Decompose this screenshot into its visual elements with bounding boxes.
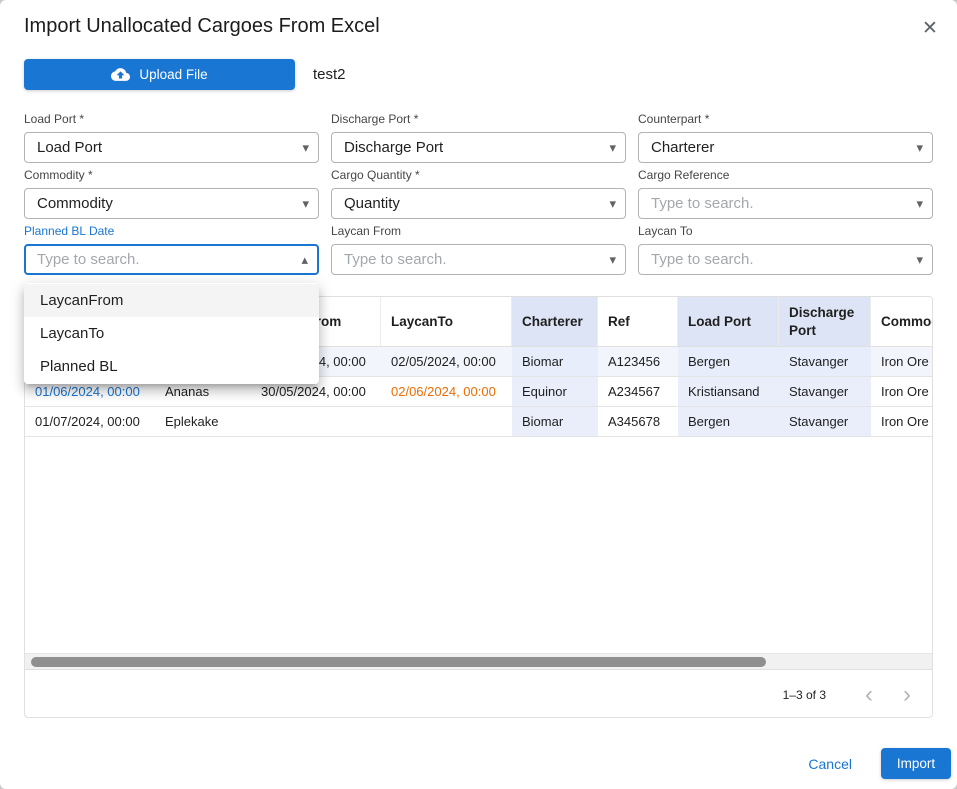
table-cell: A345678 — [598, 407, 678, 436]
field-cargo-reference: Cargo Reference Type to search. ▾ — [638, 168, 933, 219]
scrollbar-thumb[interactable] — [31, 657, 766, 667]
previous-page-button[interactable]: ‹ — [854, 680, 884, 710]
menu-option-laycanto[interactable]: LaycanTo — [24, 317, 319, 350]
table-cell: 01/07/2024, 00:00 — [25, 407, 155, 436]
table-cell: Biomar — [512, 347, 598, 376]
select-value: Commodity — [37, 195, 113, 212]
table-cell: Biomar — [512, 407, 598, 436]
chevron-down-icon: ▾ — [609, 252, 616, 268]
table-cell: Bergen — [678, 407, 779, 436]
field-label: Cargo Quantity * — [331, 168, 626, 184]
field-label: Cargo Reference — [638, 168, 933, 184]
select-value: Charterer — [651, 139, 714, 156]
table-cell: Iron Ore — [871, 407, 932, 436]
mapping-form: Load Port * Load Port ▾ Discharge Port *… — [24, 112, 933, 275]
column-header[interactable]: Discharge Port — [779, 297, 871, 346]
table-cell: 02/05/2024, 00:00 — [381, 347, 512, 376]
table-cell: A234567 — [598, 377, 678, 406]
table-cell: Stavanger — [779, 347, 871, 376]
table-cell: Equinor — [512, 377, 598, 406]
select-value: Load Port — [37, 139, 102, 156]
column-header[interactable]: Commodity — [871, 297, 932, 346]
next-page-button[interactable]: › — [892, 680, 922, 710]
field-label: Load Port * — [24, 112, 319, 128]
import-button[interactable]: Import — [881, 748, 951, 779]
chevron-up-icon: ▴ — [301, 252, 308, 268]
cloud-upload-icon — [111, 65, 130, 84]
chevron-down-icon: ▾ — [302, 196, 309, 212]
uploaded-file-name: test2 — [313, 59, 346, 90]
field-laycan-to: Laycan To Type to search. ▾ — [638, 224, 933, 275]
table-cell: 02/06/2024, 00:00 — [381, 377, 512, 406]
chevron-down-icon: ▾ — [302, 140, 309, 156]
table-cell: Eplekake — [155, 407, 251, 436]
field-planned-bl-date: Planned BL Date Type to search. ▴ — [24, 224, 319, 275]
select-placeholder: Type to search. — [651, 195, 754, 212]
dialog-actions: Cancel Import — [800, 748, 951, 779]
chevron-down-icon: ▾ — [916, 252, 923, 268]
chevron-down-icon: ▾ — [916, 196, 923, 212]
close-button[interactable]: ✕ — [915, 13, 945, 43]
table-row[interactable]: 01/07/2024, 00:00Eplekake BiomarA345678Be… — [25, 407, 932, 437]
field-label: Commodity * — [24, 168, 319, 184]
field-cargo-quantity: Cargo Quantity * Quantity ▾ — [331, 168, 626, 219]
field-discharge-port: Discharge Port * Discharge Port ▾ — [331, 112, 626, 163]
table-cell: Stavanger — [779, 407, 871, 436]
field-label: Laycan From — [331, 224, 626, 240]
pagination-label: 1–3 of 3 — [783, 688, 826, 702]
field-label: Laycan To — [638, 224, 933, 240]
pagination-bar: 1–3 of 3 ‹ › — [25, 669, 932, 718]
close-icon: ✕ — [922, 17, 938, 40]
select-placeholder: Type to search. — [651, 251, 754, 268]
menu-option-planned-bl[interactable]: Planned BL — [24, 350, 319, 383]
select-value: Quantity — [344, 195, 400, 212]
counterpart-select[interactable]: Charterer ▾ — [638, 132, 933, 163]
field-label: Counterpart * — [638, 112, 933, 128]
horizontal-scrollbar[interactable] — [25, 653, 932, 669]
cargo-reference-select[interactable]: Type to search. ▾ — [638, 188, 933, 219]
select-placeholder: Type to search. — [37, 251, 140, 268]
laycan-from-select[interactable]: Type to search. ▾ — [331, 244, 626, 275]
column-header[interactable]: LaycanTo — [381, 297, 512, 346]
chevron-down-icon: ▾ — [916, 140, 923, 156]
table-cell — [381, 407, 512, 436]
table-cell: A123456 — [598, 347, 678, 376]
column-header[interactable]: Charterer — [512, 297, 598, 346]
planned-bl-date-select[interactable]: Type to search. ▴ — [24, 244, 319, 275]
commodity-select[interactable]: Commodity ▾ — [24, 188, 319, 219]
field-laycan-from: Laycan From Type to search. ▾ — [331, 224, 626, 275]
field-load-port: Load Port * Load Port ▾ — [24, 112, 319, 163]
cargo-quantity-select[interactable]: Quantity ▾ — [331, 188, 626, 219]
field-commodity: Commodity * Commodity ▾ — [24, 168, 319, 219]
table-cell: Stavanger — [779, 377, 871, 406]
dialog-title: Import Unallocated Cargoes From Excel — [24, 15, 380, 38]
discharge-port-select[interactable]: Discharge Port ▾ — [331, 132, 626, 163]
chevron-down-icon: ▾ — [609, 140, 616, 156]
chevron-left-icon: ‹ — [865, 681, 873, 709]
column-header[interactable]: Ref — [598, 297, 678, 346]
load-port-select[interactable]: Load Port ▾ — [24, 132, 319, 163]
table-cell: Kristiansand — [678, 377, 779, 406]
table-cell: Iron Ore — [871, 347, 932, 376]
table-cell — [251, 407, 381, 436]
chevron-down-icon: ▾ — [609, 196, 616, 212]
laycan-to-select[interactable]: Type to search. ▾ — [638, 244, 933, 275]
field-label: Planned BL Date — [24, 224, 319, 240]
select-placeholder: Type to search. — [344, 251, 447, 268]
table-cell: Iron Ore — [871, 377, 932, 406]
upload-file-button[interactable]: Upload File — [24, 59, 295, 90]
import-cargoes-dialog: Import Unallocated Cargoes From Excel ✕ … — [0, 0, 957, 789]
menu-option-laycanfrom[interactable]: LaycanFrom — [24, 284, 319, 317]
cancel-button[interactable]: Cancel — [800, 748, 860, 779]
upload-file-label: Upload File — [139, 67, 207, 82]
field-counterpart: Counterpart * Charterer ▾ — [638, 112, 933, 163]
table-cell: Bergen — [678, 347, 779, 376]
field-label: Discharge Port * — [331, 112, 626, 128]
planned-bl-date-dropdown-menu: LaycanFrom LaycanTo Planned BL — [24, 283, 319, 384]
select-value: Discharge Port — [344, 139, 443, 156]
chevron-right-icon: › — [903, 681, 911, 709]
column-header[interactable]: Load Port — [678, 297, 779, 346]
